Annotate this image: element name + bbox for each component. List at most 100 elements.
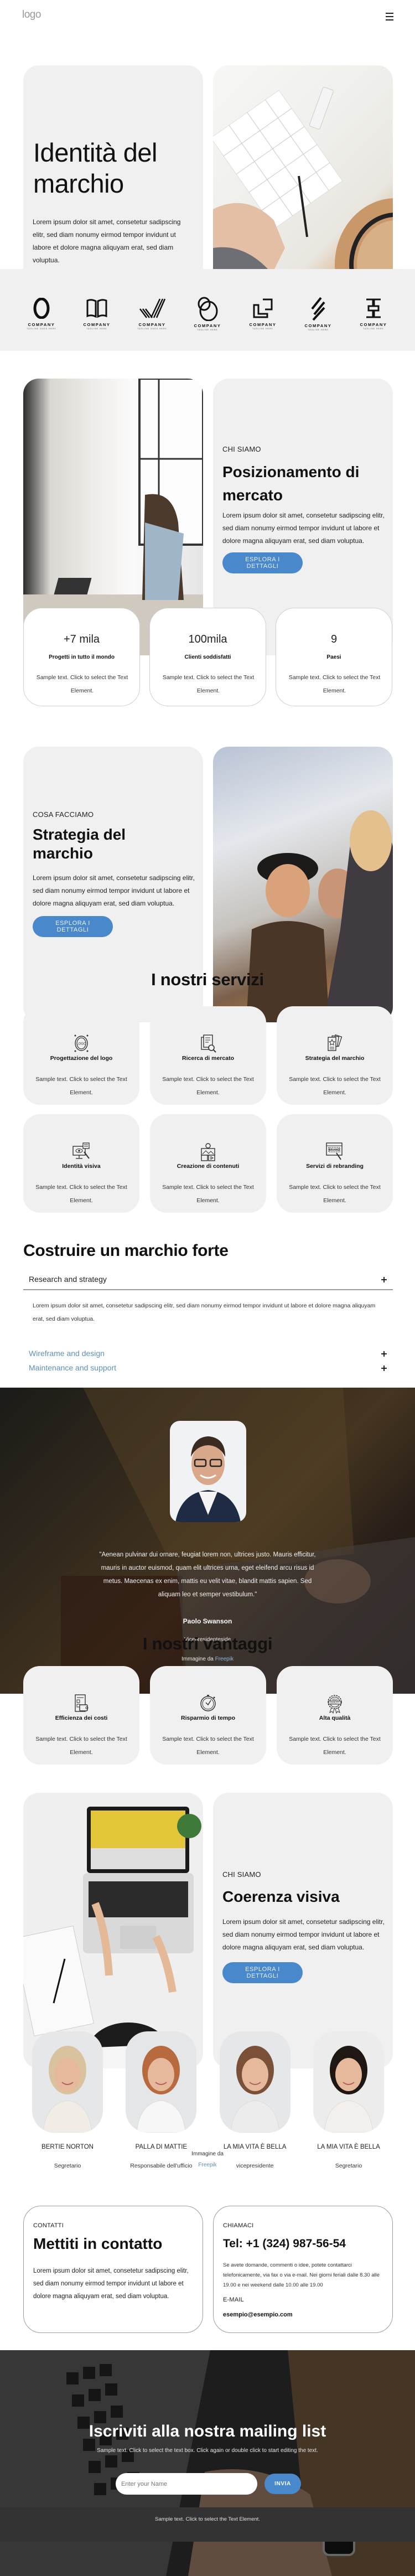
client-logo-name: COMPANY — [28, 322, 55, 327]
oval-logo-icon — [33, 297, 50, 320]
strategy-title: Strategia del marchio — [33, 826, 126, 862]
advantages-title: I nostri vantaggi — [142, 1634, 273, 1653]
svg-text:HIGH: HIGH — [332, 1698, 338, 1701]
accordion-body: Lorem ipsum dolor sit amet, consetetur s… — [33, 1302, 376, 1322]
positioning-explore-button[interactable]: ESPLORA I DETTAGLI — [222, 552, 303, 573]
advantages-card[interactable]: HIGH QUALITY Alta qualità Sample text. Clic… — [277, 1666, 393, 1765]
contact-right-card: CHIAMACI Tel: +1 (324) 987-56-54 Se avet… — [213, 2206, 393, 2333]
hero-image — [213, 65, 393, 303]
accordion-section: Costruire un marchio forte Research and … — [23, 1237, 393, 1372]
logo[interactable]: logo — [22, 9, 41, 21]
footer: Sample text. Click to select the Text El… — [0, 2507, 415, 2542]
contact-section: CONTATTI Mettiti in contatto Lorem ipsum… — [0, 2206, 415, 2333]
plus-icon[interactable] — [381, 1364, 387, 1374]
email-label: E-MAIL — [223, 2296, 244, 2303]
client-logo-tagline: TAGLINE GOES HERE — [137, 328, 167, 330]
client-logo: COMPANY TAGLINE HERE — [299, 297, 338, 331]
hero-text-card: Identità del marchio Lorem ipsum dolor s… — [23, 65, 203, 303]
client-logo: COMPANY TAGLINE GOES HERE — [133, 297, 172, 330]
hamburger-menu-icon[interactable] — [386, 13, 393, 23]
plus-icon[interactable] — [381, 1350, 387, 1360]
team-member-photo — [219, 2031, 290, 2133]
svg-text:LOGO: LOGO — [76, 1042, 86, 1046]
coherence-explore-button[interactable]: ESPLORA I DETTAGLI — [222, 1962, 303, 1983]
accordion-item: Wireframe and design — [23, 1346, 393, 1360]
services-card[interactable]: Strategia del marchio Sample text. Click … — [277, 1006, 393, 1105]
services-grid: LOGO Progettazione del logo Sample text. C… — [23, 1006, 393, 1213]
services-card[interactable]: LOGO Progettazione del logo Sample text. C… — [23, 1006, 139, 1105]
accordion-header[interactable]: Wireframe and design — [23, 1346, 393, 1360]
client-logo-tagline: TAGLINE HERE — [363, 328, 384, 330]
newsletter-submit-button[interactable]: INVIA — [264, 2474, 301, 2494]
coherence-text-card: CHI SIAMO Coerenza visiva Lorem ipsum do… — [213, 1793, 393, 2068]
stat-label: Progetti in tutto il mondo — [49, 654, 115, 660]
team-freepik-link[interactable]: Freepik — [198, 2162, 216, 2168]
services-card[interactable]: Ricerca di mercato Sample text. Click to … — [150, 1006, 266, 1105]
services-card-title: Strategia del marchio — [305, 1055, 365, 1062]
svg-text:BRAND: BRAND — [329, 1149, 340, 1152]
services-card-title: Servizi di rebranding — [306, 1163, 364, 1170]
advantages-card-title: Alta qualità — [319, 1715, 351, 1721]
client-logo: COMPANY TAGLINE HERE — [354, 297, 393, 330]
client-logo: COMPANY TAGLINE HERE — [77, 297, 116, 330]
visual-identity-icon — [23, 1142, 139, 1161]
advantages-card-title: Efficienza dei costi — [55, 1715, 108, 1721]
hero-title: Identità del marchio — [33, 138, 157, 198]
services-card-text: Sample text. Click to select the Text El… — [289, 1076, 381, 1096]
client-logo-name: COMPANY — [249, 322, 277, 327]
strategy-explore-button[interactable]: ESPLORA I DETTAGLI — [33, 916, 113, 937]
services-card[interactable]: Creazione di contenuti Sample text. Click… — [150, 1114, 266, 1213]
call-us-eyebrow: CHIAMACI — [223, 2222, 254, 2229]
stat-label: Clienti soddisfatti — [184, 654, 231, 660]
newsletter-name-input[interactable] — [116, 2473, 257, 2495]
stat-text: Sample text. Click to select the Text El… — [162, 674, 255, 694]
advantages-section: I nostri vantaggi Efficienza dei costi Sa… — [0, 1616, 415, 1782]
client-logo-name: COMPANY — [83, 322, 111, 327]
advantages-card[interactable]: Efficienza dei costi Sample text. Click t… — [23, 1666, 139, 1765]
strategy-body: Lorem ipsum dolor sit amet, consetetur s… — [33, 874, 195, 907]
book-logo-icon — [86, 297, 108, 320]
advantages-card-title: Risparmio di tempo — [180, 1715, 235, 1721]
call-us-body: Se avete domande, commenti o idee, potet… — [223, 2262, 380, 2288]
advantages-card[interactable]: Risparmio di tempo Sample text. Click to … — [150, 1666, 266, 1765]
services-card-text: Sample text. Click to select the Text El… — [35, 1184, 127, 1204]
accordion-title: Costruire un marchio forte — [23, 1242, 229, 1260]
stat-card: +7 mila Progetti in tutto il mondo Sample … — [23, 608, 140, 706]
positioning-title: Posizionamento di mercato — [222, 463, 360, 504]
newsletter-background-illustration — [0, 2350, 415, 2576]
services-card-title: Creazione di contenuti — [177, 1163, 240, 1170]
team-credit: Immagine da Freepik — [191, 2151, 224, 2168]
accordion-item: Maintenance and support — [23, 1360, 393, 1374]
services-card[interactable]: BRAND Servizi di rebranding Sample text. C… — [277, 1114, 393, 1213]
accordion-header[interactable]: Research and strategy — [23, 1271, 393, 1290]
client-logo-tagline: TAGLINE HERE — [197, 329, 218, 331]
plus-icon[interactable] — [381, 1276, 387, 1286]
client-logo-tagline: TAGLINE GOES HERE — [27, 328, 56, 330]
client-logo: COMPANY TAGLINE HERE — [243, 297, 282, 330]
phone-number[interactable]: Tel: +1 (324) 987-56-54 — [223, 2237, 346, 2251]
email-address[interactable]: esempio@esempio.com — [223, 2311, 293, 2318]
hero-body: Lorem ipsum dolor sit amet, consetetur s… — [33, 218, 181, 264]
advantages-grid: Efficienza dei costi Sample text. Click t… — [23, 1666, 393, 1765]
positioning-body: Lorem ipsum dolor sit amet, consetetur s… — [222, 511, 385, 545]
client-logo-name: COMPANY — [304, 323, 332, 328]
stat-card: 9 Paesi Sample text. Click to select the T… — [276, 608, 392, 706]
newsletter-subtitle: Sample text. Click to select the text bo… — [97, 2448, 318, 2454]
accordion-header[interactable]: Maintenance and support — [23, 1360, 393, 1374]
testimonial-quote: "Aenean pulvinar dui ornare, feugiat lor… — [99, 1551, 316, 1598]
hero-section: Identità del marchio Lorem ipsum dolor s… — [0, 65, 415, 303]
coherence-body: Lorem ipsum dolor sit amet, consetetur s… — [222, 1918, 385, 1951]
team-member-photo — [126, 2031, 197, 2133]
services-card-text: Sample text. Click to select the Text El… — [162, 1184, 254, 1204]
services-card-title: Identità visiva — [62, 1163, 101, 1170]
services-card-text: Sample text. Click to select the Text El… — [162, 1076, 254, 1096]
squares-logo-icon — [253, 297, 273, 320]
services-card[interactable]: Identità visiva Sample text. Click to sel… — [23, 1114, 139, 1213]
services-card-title: Ricerca di mercato — [182, 1055, 234, 1062]
high-quality-badge-icon: HIGH QUALITY — [277, 1694, 393, 1714]
man-portrait-illustration — [175, 1436, 241, 1522]
client-logo-tagline: TAGLINE HERE — [86, 328, 107, 330]
stopwatch-icon — [150, 1694, 266, 1713]
stripes-v-logo-icon — [139, 297, 165, 320]
client-logo: COMPANY TAGLINE GOES HERE — [22, 297, 61, 330]
